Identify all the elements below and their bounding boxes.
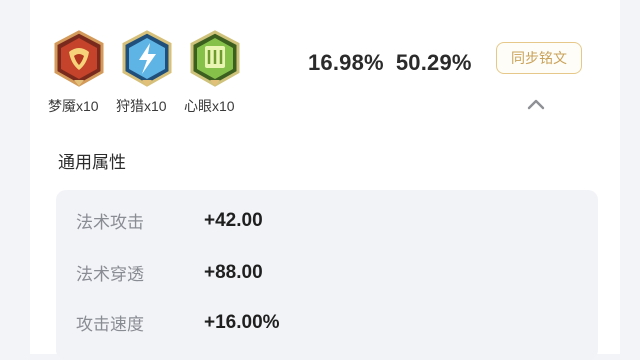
stat-pct-2: 50.29% [395,50,472,75]
section-title: 通用属性 [58,153,126,173]
blue-rune-icon [120,30,174,88]
attribute-value: +16.00% [204,312,280,333]
rune-label-red: 梦魇x10 [48,98,99,114]
attribute-name: 法术攻击 [76,213,144,233]
stat-pct-1: 16.98% [308,50,384,75]
sync-runes-button[interactable]: 同步铭文 [496,42,582,74]
chevron-up-icon[interactable] [526,96,546,110]
attribute-row: 法术攻击 +42.00 [76,208,576,238]
attribute-name: 法术穿透 [76,265,144,285]
green-rune-icon [188,30,242,88]
attribute-value: +88.00 [204,262,263,283]
attribute-row: 法术穿透 +88.00 [76,260,576,290]
attribute-name: 攻击速度 [76,315,144,335]
rune-stats: 16.98% 50.29% [308,50,472,76]
rune-set: 梦魇x10 狩猎x10 心眼x10 [48,28,268,118]
attribute-value: +42.00 [204,210,263,231]
rune-label-green: 心眼x10 [184,98,235,114]
rune-card: 梦魇x10 狩猎x10 心眼x10 16.98% 50.29% 同步铭文 通用属性… [30,0,620,360]
attribute-row: 攻击速度 +16.00% [76,310,576,340]
rune-label-blue: 狩猎x10 [116,98,167,114]
red-rune-icon [52,30,106,88]
attribute-panel: 法术攻击 +42.00 法术穿透 +88.00 攻击速度 +16.00% [56,190,598,360]
